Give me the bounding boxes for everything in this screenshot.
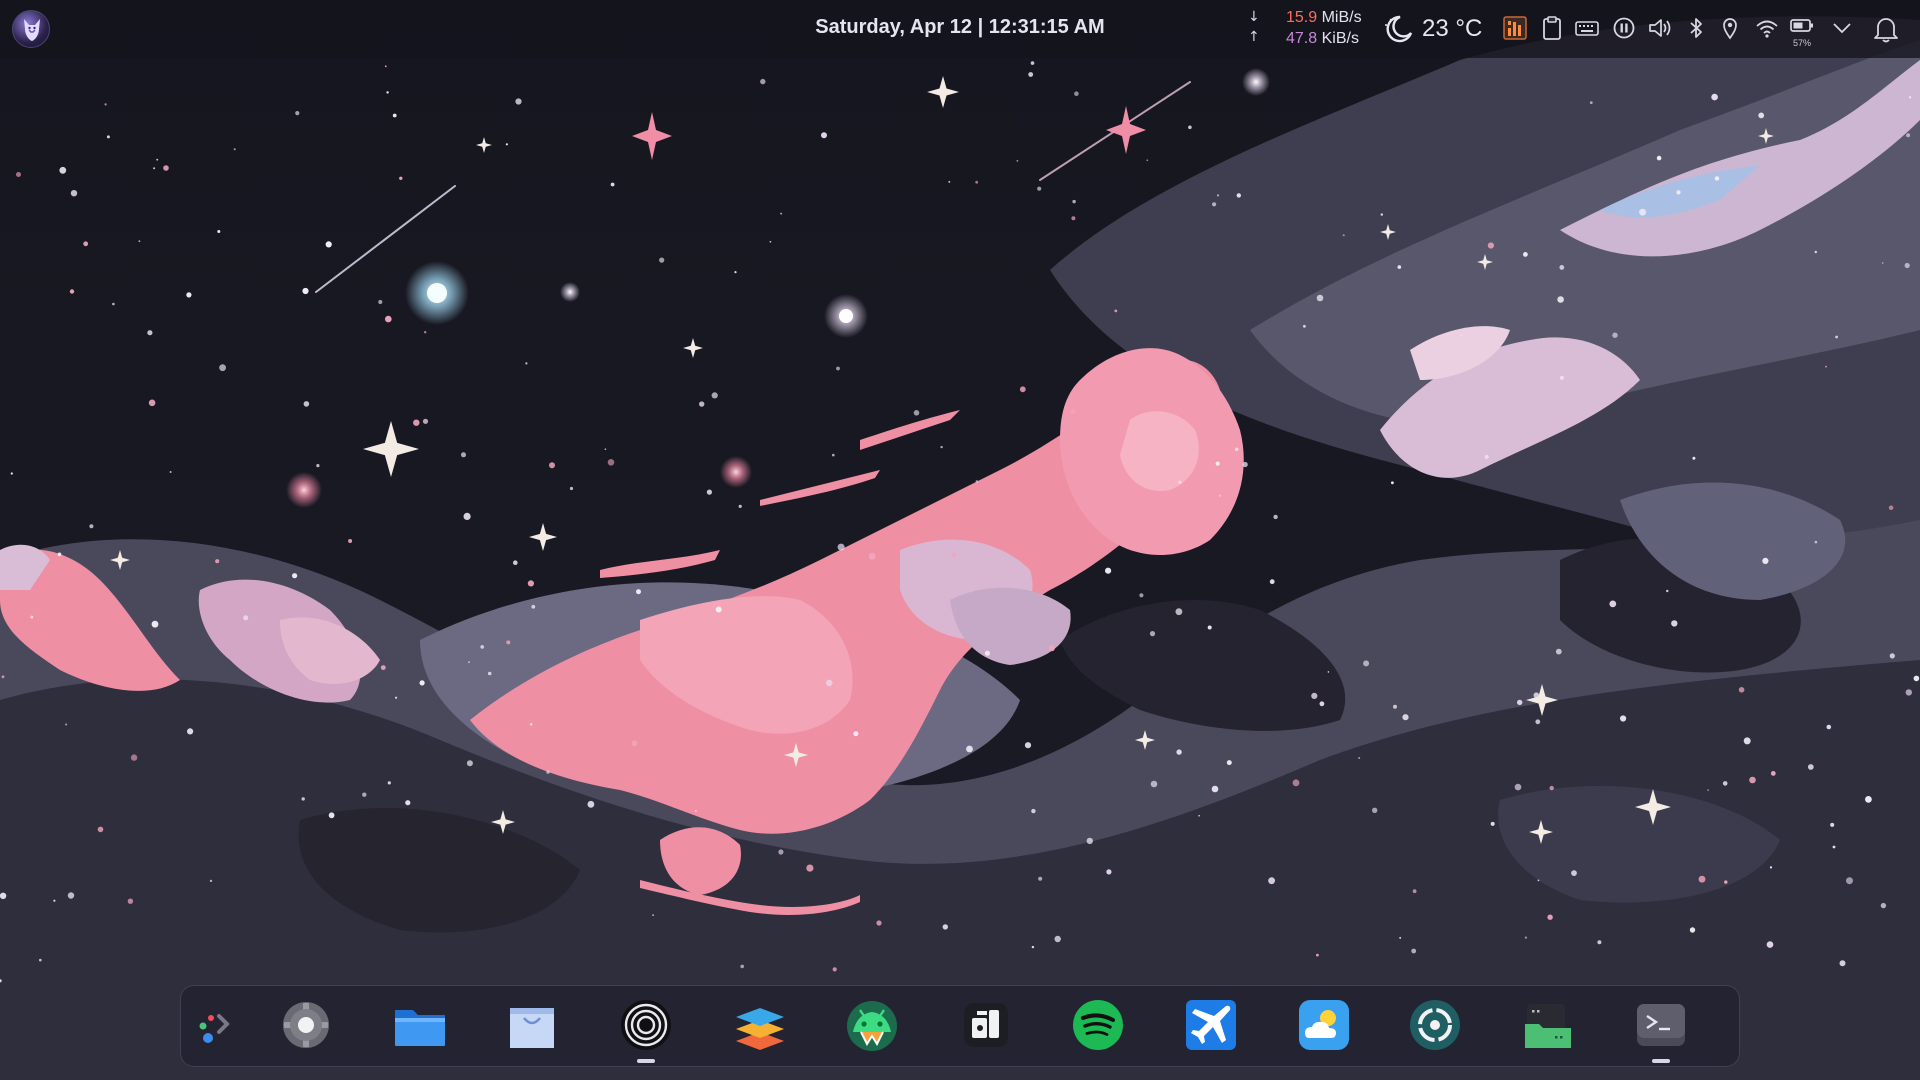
upload-arrow-icon: ↑: [1248, 29, 1260, 45]
keyboard-icon[interactable]: [1575, 14, 1599, 44]
lens-icon: [1410, 1000, 1460, 1050]
running-indicator: [1652, 1059, 1670, 1063]
dock-app-launcher[interactable]: [186, 996, 244, 1054]
download-arrow-icon: ↓: [1248, 9, 1260, 25]
upload-speed-unit: KiB/s: [1321, 30, 1359, 47]
volume-icon[interactable]: [1647, 14, 1673, 44]
gear-icon: [283, 1002, 329, 1048]
app-grid-icon: [199, 1014, 230, 1043]
weather-sun-cloud-icon: [1299, 1000, 1349, 1050]
dock-widgets[interactable]: [957, 996, 1015, 1054]
dock-camera[interactable]: [1406, 996, 1464, 1054]
wifi-icon[interactable]: [1754, 14, 1780, 44]
dock-travel[interactable]: [1182, 996, 1240, 1054]
terminal-icon: [1637, 1004, 1685, 1046]
dock-stacks[interactable]: [731, 996, 789, 1054]
shopping-bag-icon: [510, 1008, 554, 1048]
folder-green-icon: [1525, 1004, 1571, 1048]
download-speed-value: 15.9: [1286, 9, 1318, 26]
dock-vinyl-player[interactable]: [617, 996, 675, 1054]
location-icon[interactable]: [1720, 14, 1740, 44]
bell-icon[interactable]: [1872, 14, 1900, 44]
app-launcher-button[interactable]: [12, 10, 50, 48]
dock: [180, 985, 1740, 1067]
dock-store[interactable]: [503, 996, 561, 1054]
system-monitor-icon[interactable]: [1503, 14, 1527, 44]
android-icon: [847, 1001, 897, 1051]
date-time-label[interactable]: Saturday, Apr 12 | 12:31:15 AM: [815, 16, 1104, 38]
clipboard-icon[interactable]: [1541, 14, 1563, 44]
upload-speed: 47.8 KiB/s: [1286, 30, 1359, 48]
dock-settings[interactable]: [277, 996, 335, 1054]
dock-file-manager-green[interactable]: [1519, 996, 1577, 1054]
spotify-icon: [1073, 1000, 1123, 1050]
folder-icon: [395, 1010, 445, 1046]
temperature-label: 23 °C: [1422, 15, 1483, 42]
top-panel: Saturday, Apr 12 | 12:31:15 AM ↓ ↑ 15.9 …: [0, 0, 1920, 58]
dock-terminal[interactable]: [1632, 996, 1690, 1054]
wolf-logo-icon: [24, 19, 40, 41]
layers-icon: [736, 1008, 784, 1050]
upload-speed-value: 47.8: [1286, 30, 1318, 47]
chevron-down-icon[interactable]: [1830, 14, 1854, 44]
dock-files[interactable]: [391, 996, 449, 1054]
airplane-icon: [1186, 1000, 1236, 1050]
widget-icon: [964, 1003, 1008, 1047]
download-speed-unit: MiB/s: [1321, 9, 1362, 26]
download-speed: 15.9 MiB/s: [1286, 9, 1362, 27]
dock-spotify[interactable]: [1069, 996, 1127, 1054]
desktop-wallpaper: [0, 0, 1920, 1080]
running-indicator: [637, 1059, 655, 1063]
battery-percent-label: 57%: [1793, 38, 1812, 48]
bluetooth-icon[interactable]: [1686, 14, 1706, 44]
record-icon: [621, 1000, 671, 1050]
dock-android-studio[interactable]: [843, 996, 901, 1054]
moon-icon: [1385, 15, 1413, 43]
media-pause-icon[interactable]: [1612, 14, 1636, 44]
dock-weather[interactable]: [1295, 996, 1353, 1054]
